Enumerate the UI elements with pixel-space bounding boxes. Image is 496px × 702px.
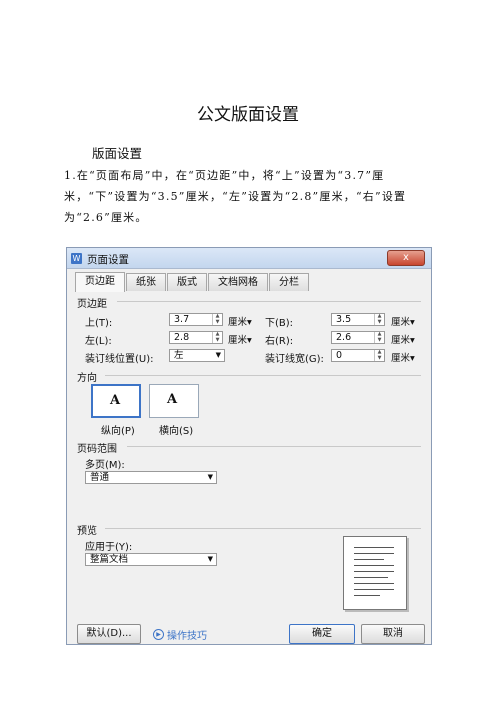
preview-section-label: 预览 xyxy=(77,526,97,537)
section-divider xyxy=(105,528,421,529)
bottom-unit-select[interactable]: 厘米▾ xyxy=(391,314,415,328)
landscape-option[interactable]: A xyxy=(149,384,199,418)
app-icon: W xyxy=(71,253,82,264)
tips-link[interactable]: 操作技巧 xyxy=(167,627,207,642)
apply-to-label: 应用于(Y): xyxy=(85,542,133,553)
portrait-page-icon: A xyxy=(110,393,121,408)
tab-doc-grid[interactable]: 文档网格 xyxy=(208,273,268,291)
gutter-position-label: 装订线位置(U): xyxy=(85,354,154,365)
chevron-down-icon: ▼ xyxy=(207,473,213,481)
tab-paper[interactable]: 纸张 xyxy=(126,273,166,291)
portrait-option[interactable]: A xyxy=(91,384,141,418)
tab-bar: 页边距 纸张 版式 文档网格 分栏 xyxy=(75,272,310,292)
gutter-unit-select[interactable]: 厘米▾ xyxy=(391,350,415,364)
preview-line xyxy=(354,547,394,548)
page-setup-dialog: W 页面设置 x 页边距 纸张 版式 文档网格 分栏 页边距 上(T): 3.7… xyxy=(66,247,432,645)
gutter-position-select[interactable]: 左 ▼ xyxy=(169,349,225,362)
cancel-button[interactable]: 取消 xyxy=(361,624,425,644)
right-margin-input[interactable]: 2.6 ▲ ▼ xyxy=(331,331,385,344)
ok-button[interactable]: 确定 xyxy=(289,624,355,644)
tab-margins[interactable]: 页边距 xyxy=(75,272,125,292)
preview-line xyxy=(354,595,380,596)
landscape-page-icon: A xyxy=(167,392,178,407)
section-heading: 版面设置 xyxy=(92,146,143,161)
left-margin-input[interactable]: 2.8 ▲ ▼ xyxy=(169,331,223,344)
play-icon[interactable]: ▶ xyxy=(153,629,164,640)
gutter-width-label: 装订线宽(G): xyxy=(265,354,324,365)
section-divider xyxy=(127,446,421,447)
dialog-titlebar[interactable]: W 页面设置 x xyxy=(67,248,431,269)
right-margin-label: 右(R): xyxy=(265,336,294,347)
preview-line xyxy=(354,565,394,566)
spin-arrows-icon[interactable]: ▲ ▼ xyxy=(374,313,384,325)
spin-arrows-icon[interactable]: ▲ ▼ xyxy=(212,313,222,325)
tab-layout[interactable]: 版式 xyxy=(167,273,207,291)
margins-section-label: 页边距 xyxy=(77,299,107,310)
spin-arrows-icon[interactable]: ▲ ▼ xyxy=(212,331,222,343)
chevron-down-icon: ▼ xyxy=(215,351,221,359)
top-unit-select[interactable]: 厘米▾ xyxy=(228,314,252,328)
gutter-width-input[interactable]: 0 ▲ ▼ xyxy=(331,349,385,362)
apply-to-select[interactable]: 整篇文档 ▼ xyxy=(85,553,217,566)
page-preview xyxy=(343,536,407,610)
default-button[interactable]: 默认(D)... xyxy=(77,624,141,644)
multi-page-label: 多页(M): xyxy=(85,460,125,471)
spin-arrows-icon[interactable]: ▲ ▼ xyxy=(374,349,384,361)
spin-arrows-icon[interactable]: ▲ ▼ xyxy=(374,331,384,343)
right-unit-select[interactable]: 厘米▾ xyxy=(391,332,415,346)
left-margin-label: 左(L): xyxy=(85,336,112,347)
orientation-section-label: 方向 xyxy=(77,373,97,384)
left-unit-select[interactable]: 厘米▾ xyxy=(228,332,252,346)
instruction-paragraph: 1.在“页面布局”中，在“页边距”中，将“上”设置为“3.7”厘米，“下”设置为… xyxy=(64,169,407,224)
bottom-margin-input[interactable]: 3.5 ▲ ▼ xyxy=(331,313,385,326)
multi-page-select[interactable]: 普通 ▼ xyxy=(85,471,217,484)
top-margin-label: 上(T): xyxy=(85,318,113,329)
preview-line xyxy=(354,553,394,554)
close-button[interactable]: x xyxy=(387,250,425,266)
bottom-margin-label: 下(B): xyxy=(265,318,294,329)
section-divider xyxy=(105,375,421,376)
chevron-down-icon: ▼ xyxy=(207,555,213,563)
section-divider xyxy=(117,301,421,302)
landscape-label: 横向(S) xyxy=(159,426,194,437)
portrait-label: 纵向(P) xyxy=(101,426,135,437)
preview-line xyxy=(354,559,384,560)
preview-line xyxy=(354,583,394,584)
preview-line xyxy=(354,571,394,572)
dialog-title: 页面设置 xyxy=(87,254,129,266)
tab-columns[interactable]: 分栏 xyxy=(269,273,309,291)
page-range-section-label: 页码范围 xyxy=(77,444,117,455)
document-title: 公文版面设置 xyxy=(197,105,299,125)
preview-line xyxy=(354,577,388,578)
preview-line xyxy=(354,589,394,590)
top-margin-input[interactable]: 3.7 ▲ ▼ xyxy=(169,313,223,326)
